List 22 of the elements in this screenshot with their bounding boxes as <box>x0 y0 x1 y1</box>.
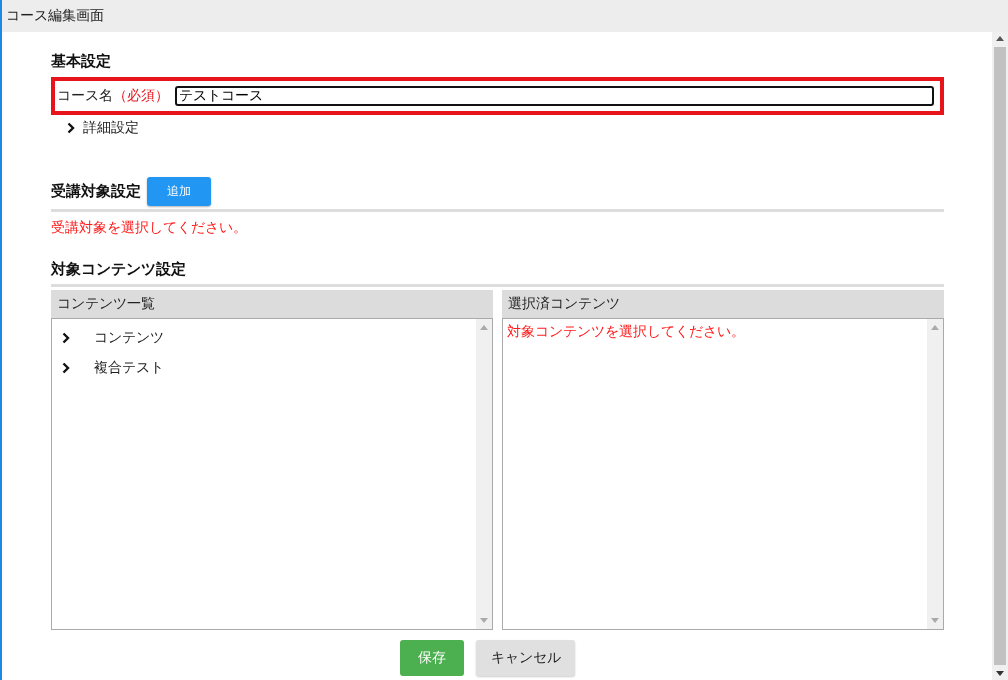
tree-item[interactable]: コンテンツ <box>94 329 164 347</box>
chevron-icon[interactable] <box>62 332 70 344</box>
chevron-icon[interactable] <box>62 362 70 374</box>
input-field[interactable]: テストコース <box>175 86 934 106</box>
scrollbar-thumb[interactable] <box>994 47 1006 665</box>
cancel-button[interactable]: キャンセル <box>476 640 575 676</box>
section-heading: 受講対象設定 <box>51 182 141 201</box>
chevron-icon[interactable] <box>67 122 75 134</box>
tree-item[interactable]: 複合テスト <box>94 359 164 377</box>
error-message: 受講対象を選択してください。 <box>51 219 248 237</box>
scroll-down-icon[interactable] <box>996 671 1004 676</box>
window-title: コース編集画面 <box>6 7 104 25</box>
details-link[interactable]: 詳細設定 <box>83 119 139 137</box>
panel-header: コンテンツ一覧 <box>51 290 493 318</box>
section-heading: 対象コンテンツ設定 <box>51 260 944 287</box>
error-message: 対象コンテンツを選択してください。 <box>507 323 746 341</box>
panel-header: 選択済コンテンツ <box>502 290 944 318</box>
section-heading: 基本設定 <box>51 52 112 71</box>
scrollbar[interactable] <box>992 32 1008 680</box>
field-label: コース名 <box>57 87 113 105</box>
required-mark: （必須） <box>113 87 169 105</box>
scroll-up-icon[interactable] <box>996 36 1004 41</box>
